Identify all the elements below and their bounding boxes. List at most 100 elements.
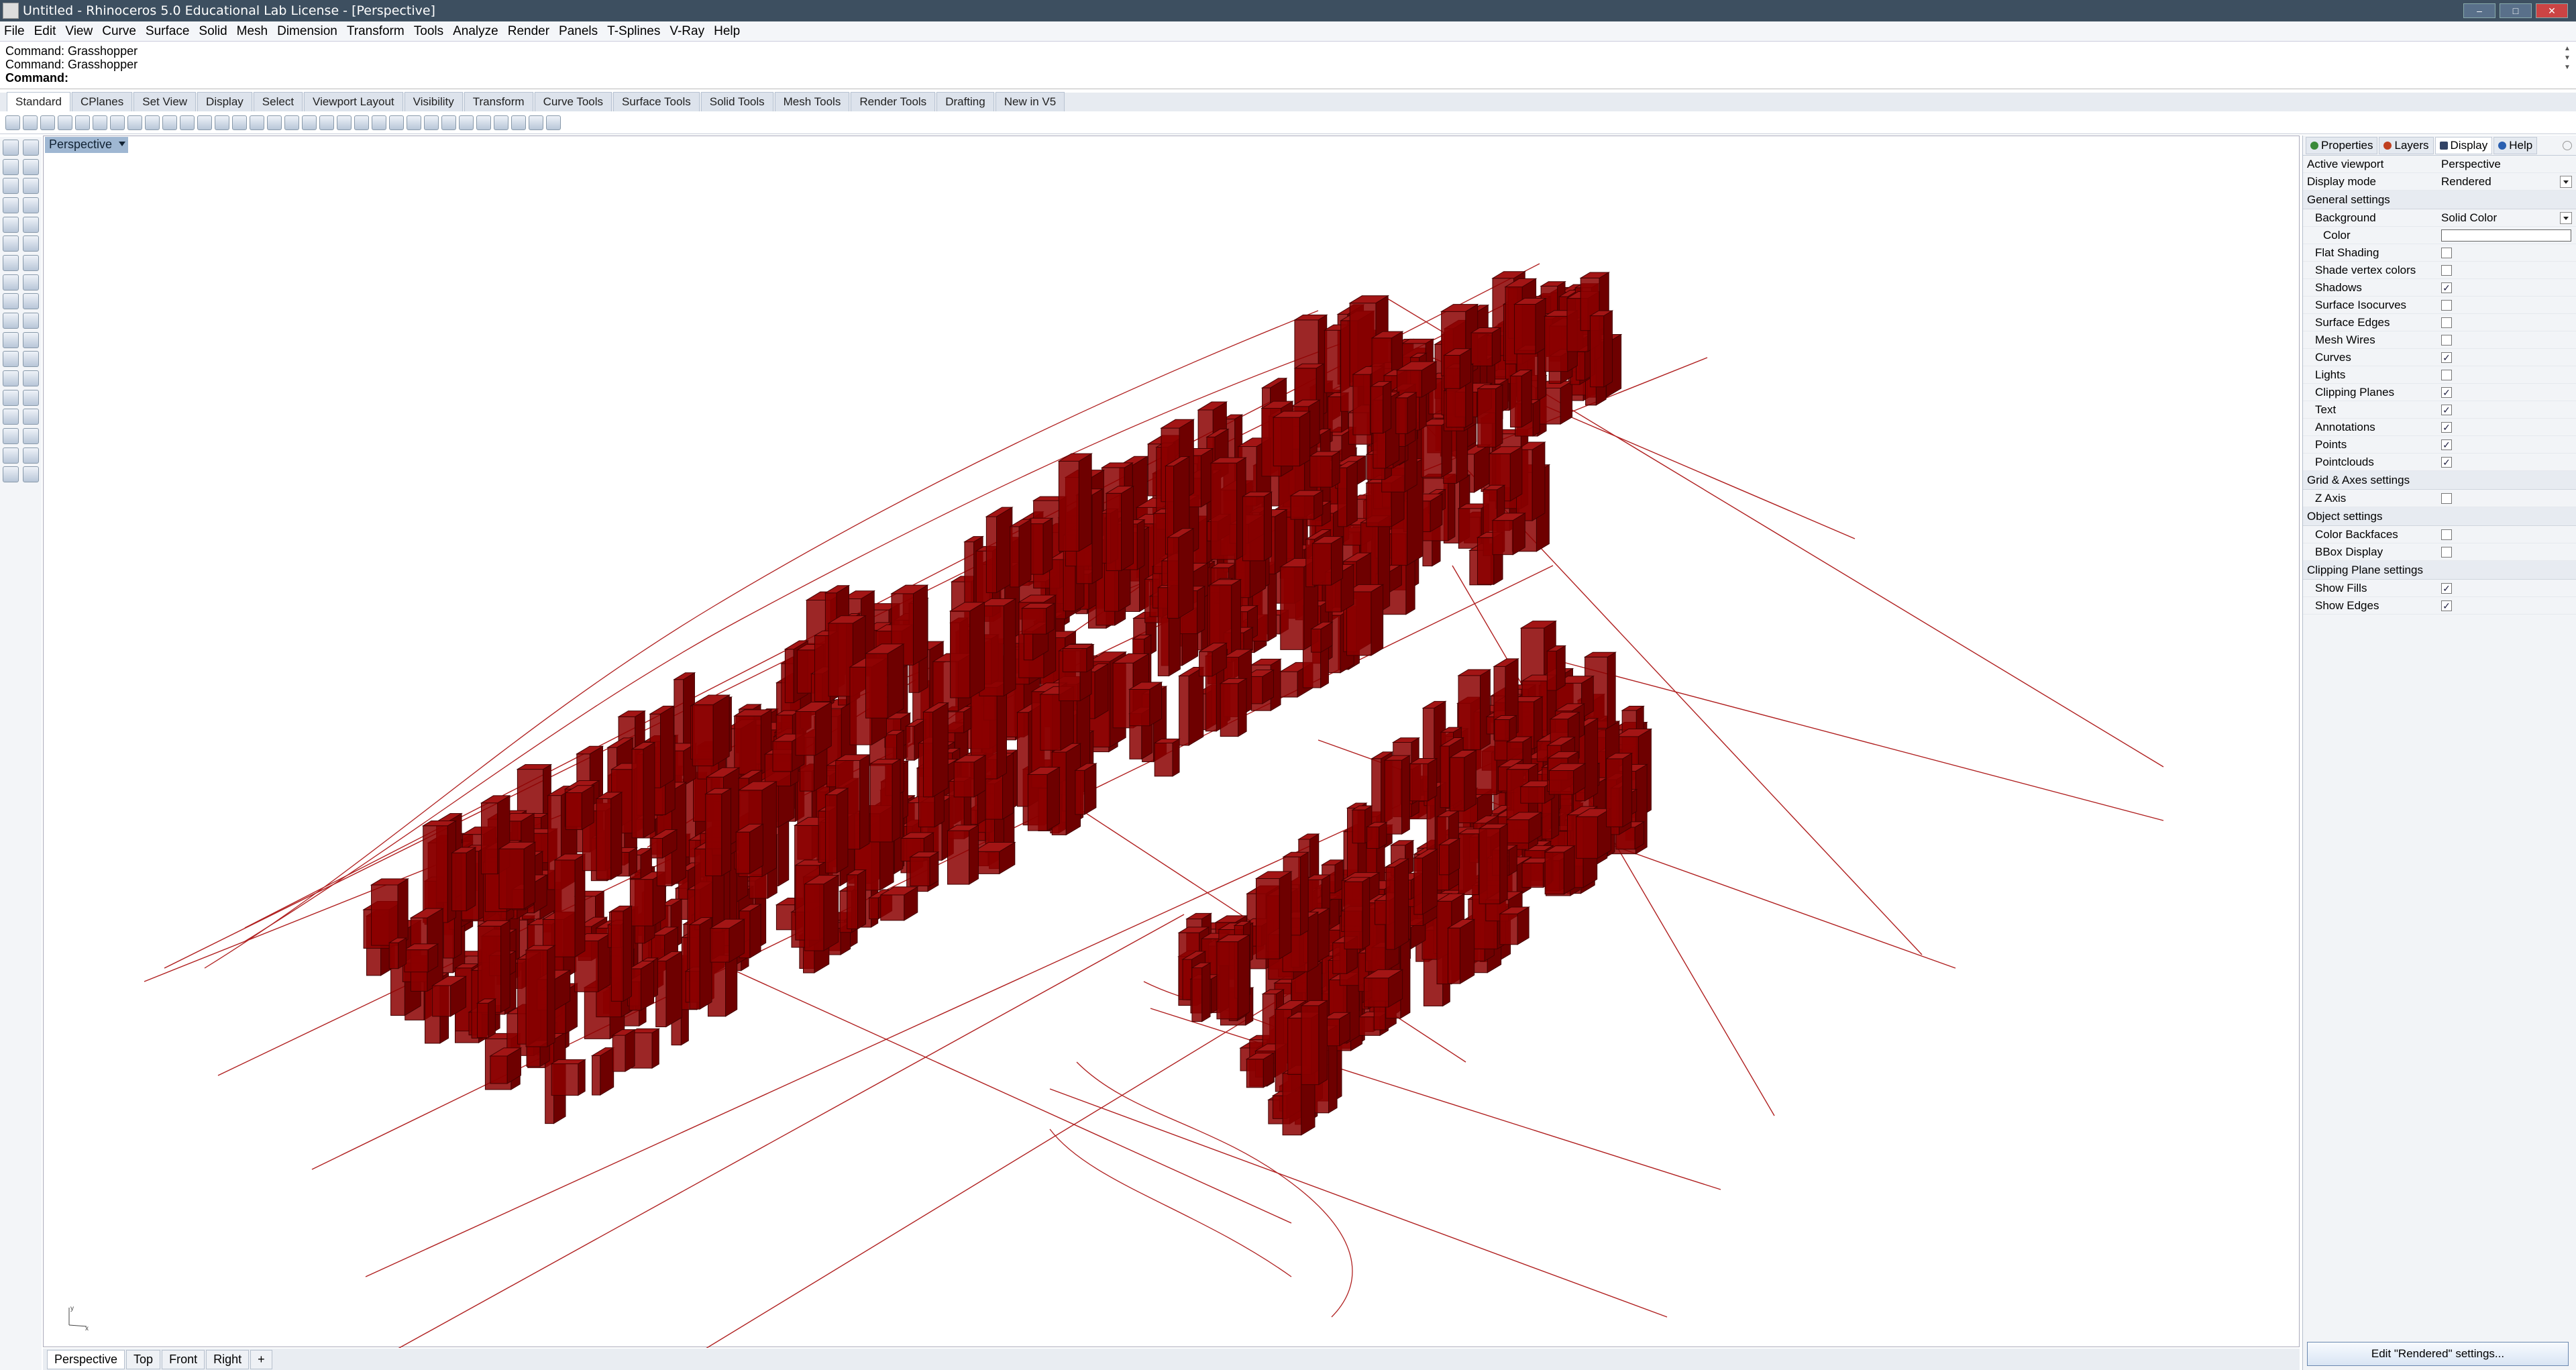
tool-icon[interactable] bbox=[23, 197, 39, 213]
color-swatch[interactable] bbox=[2441, 229, 2571, 242]
tool-icon[interactable] bbox=[3, 158, 19, 175]
tool-icon[interactable] bbox=[23, 235, 39, 252]
tool-icon[interactable] bbox=[407, 115, 421, 130]
tool-icon[interactable] bbox=[529, 115, 543, 130]
command-scrollbar[interactable]: ▲ ▼ ▼ bbox=[2563, 44, 2572, 86]
menu-item-view[interactable]: View bbox=[65, 24, 93, 39]
tool-icon[interactable] bbox=[476, 115, 491, 130]
tool-icon[interactable] bbox=[3, 351, 19, 368]
tool-icon[interactable] bbox=[267, 115, 282, 130]
tool-icon[interactable] bbox=[58, 115, 72, 130]
edit-rendered-settings-button[interactable]: Edit "Rendered" settings... bbox=[2307, 1342, 2569, 1366]
background-select[interactable]: Solid Color bbox=[2441, 211, 2576, 225]
menu-item-edit[interactable]: Edit bbox=[34, 24, 56, 39]
tool-icon[interactable] bbox=[3, 293, 19, 310]
tool-icon[interactable] bbox=[5, 115, 20, 130]
viewport-menu-arrow-icon[interactable] bbox=[119, 142, 126, 146]
tool-icon[interactable] bbox=[23, 389, 39, 406]
tool-icon[interactable] bbox=[511, 115, 526, 130]
tool-icon[interactable] bbox=[145, 115, 160, 130]
tool-icon[interactable] bbox=[354, 115, 369, 130]
tool-icon[interactable] bbox=[110, 115, 125, 130]
menu-item-tools[interactable]: Tools bbox=[414, 24, 443, 39]
general-settings-header[interactable]: General settings bbox=[2303, 191, 2576, 209]
tool-icon[interactable] bbox=[23, 216, 39, 233]
curves-checkbox[interactable]: ✓ bbox=[2441, 352, 2452, 363]
tool-icon[interactable] bbox=[337, 115, 352, 130]
surface-edges-checkbox[interactable] bbox=[2441, 317, 2452, 328]
toolbar-tab-viewport-layout[interactable]: Viewport Layout bbox=[304, 92, 403, 111]
show-fills-checkbox[interactable]: ✓ bbox=[2441, 582, 2452, 594]
tool-icon[interactable] bbox=[197, 115, 212, 130]
menu-item-curve[interactable]: Curve bbox=[102, 24, 136, 39]
annotations-checkbox[interactable]: ✓ bbox=[2441, 421, 2452, 433]
tool-icon[interactable] bbox=[3, 178, 19, 195]
grid-axes-settings-header[interactable]: Grid & Axes settings bbox=[2303, 471, 2576, 490]
object-settings-header[interactable]: Object settings bbox=[2303, 507, 2576, 526]
bbox-display-checkbox[interactable] bbox=[2441, 546, 2452, 558]
toolbar-tab-display[interactable]: Display bbox=[197, 92, 252, 111]
tool-icon[interactable] bbox=[459, 115, 474, 130]
tool-icon[interactable] bbox=[372, 115, 386, 130]
tool-icon[interactable] bbox=[389, 115, 404, 130]
tab-help[interactable]: Help bbox=[2493, 136, 2538, 154]
menu-item-panels[interactable]: Panels bbox=[559, 24, 598, 39]
tool-icon[interactable] bbox=[3, 216, 19, 233]
tool-icon[interactable] bbox=[250, 115, 264, 130]
tab-properties[interactable]: Properties bbox=[2306, 136, 2378, 154]
tool-icon[interactable] bbox=[441, 115, 456, 130]
clipping-plane-settings-header[interactable]: Clipping Plane settings bbox=[2303, 561, 2576, 580]
tool-icon[interactable] bbox=[40, 115, 55, 130]
chevron-down-icon[interactable] bbox=[2560, 175, 2572, 188]
tool-icon[interactable] bbox=[3, 370, 19, 386]
tool-icon[interactable] bbox=[23, 140, 39, 156]
toolbar-tab-transform[interactable]: Transform bbox=[464, 92, 533, 111]
viewport-tab-front[interactable]: Front bbox=[162, 1349, 205, 1369]
color-backfaces-checkbox[interactable] bbox=[2441, 529, 2452, 540]
lights-checkbox[interactable] bbox=[2441, 369, 2452, 380]
menu-item-file[interactable]: File bbox=[4, 24, 25, 39]
tab-layers[interactable]: Layers bbox=[2379, 136, 2434, 154]
menu-item-solid[interactable]: Solid bbox=[199, 24, 227, 39]
points-checkbox[interactable]: ✓ bbox=[2441, 439, 2452, 450]
tool-icon[interactable] bbox=[23, 370, 39, 386]
tool-icon[interactable] bbox=[3, 312, 19, 329]
toolbar-tab-visibility[interactable]: Visibility bbox=[404, 92, 463, 111]
tool-icon[interactable] bbox=[3, 409, 19, 425]
shade-vertex-colors-checkbox[interactable] bbox=[2441, 264, 2452, 276]
toolbar-tab-select[interactable]: Select bbox=[253, 92, 303, 111]
viewport-tab-top[interactable]: Top bbox=[126, 1349, 161, 1369]
command-prompt[interactable]: Command: bbox=[5, 71, 2571, 85]
tool-icon[interactable] bbox=[23, 178, 39, 195]
tool-icon[interactable] bbox=[424, 115, 439, 130]
menu-item-render[interactable]: Render bbox=[508, 24, 549, 39]
city-model-scene[interactable] bbox=[44, 136, 2300, 1348]
close-button[interactable]: ✕ bbox=[2536, 3, 2568, 18]
viewport-tab-right[interactable]: Right bbox=[206, 1349, 250, 1369]
viewport-tab-perspective[interactable]: Perspective bbox=[47, 1349, 125, 1369]
tool-icon[interactable] bbox=[3, 427, 19, 444]
maximize-button[interactable]: □ bbox=[2500, 3, 2532, 18]
toolbar-tab-surface-tools[interactable]: Surface Tools bbox=[613, 92, 700, 111]
chevron-down-icon[interactable] bbox=[2560, 211, 2572, 224]
toolbar-tab-render-tools[interactable]: Render Tools bbox=[851, 92, 936, 111]
surface-isocurves-checkbox[interactable] bbox=[2441, 299, 2452, 311]
menu-item-transform[interactable]: Transform bbox=[347, 24, 405, 39]
toolbar-tab-set-view[interactable]: Set View bbox=[133, 92, 197, 111]
tool-icon[interactable] bbox=[3, 447, 19, 464]
tool-icon[interactable] bbox=[215, 115, 229, 130]
pointclouds-checkbox[interactable]: ✓ bbox=[2441, 456, 2452, 468]
toolbar-tab-drafting[interactable]: Drafting bbox=[936, 92, 994, 111]
tool-icon[interactable] bbox=[23, 351, 39, 368]
menu-item-mesh[interactable]: Mesh bbox=[237, 24, 268, 39]
toolbar-tab-standard[interactable]: Standard bbox=[7, 92, 70, 111]
tool-icon[interactable] bbox=[23, 115, 38, 130]
toolbar-tab-curve-tools[interactable]: Curve Tools bbox=[534, 92, 612, 111]
flat-shading-checkbox[interactable] bbox=[2441, 247, 2452, 258]
tool-icon[interactable] bbox=[23, 427, 39, 444]
tool-icon[interactable] bbox=[3, 274, 19, 291]
panel-options-icon[interactable] bbox=[2563, 141, 2572, 150]
menu-item-help[interactable]: Help bbox=[714, 24, 740, 39]
tool-icon[interactable] bbox=[3, 140, 19, 156]
toolbar-tab-new-in-v5[interactable]: New in V5 bbox=[995, 92, 1065, 111]
